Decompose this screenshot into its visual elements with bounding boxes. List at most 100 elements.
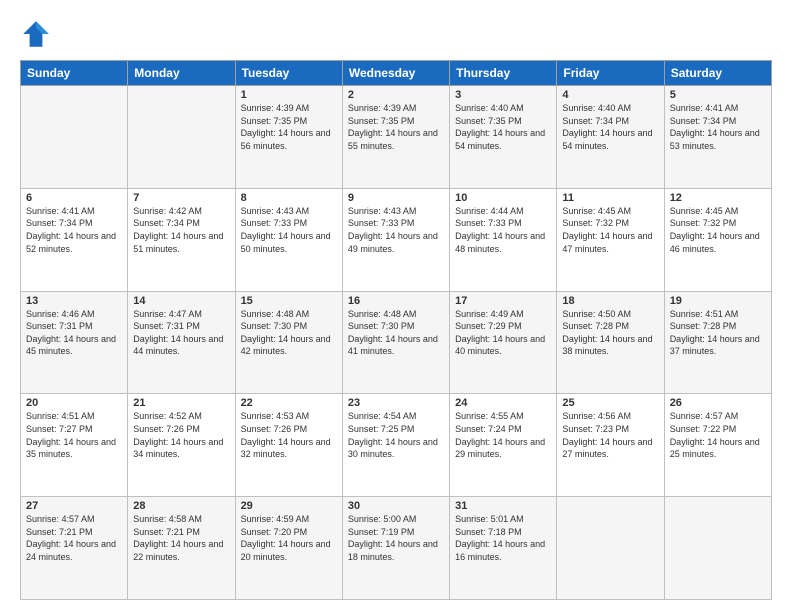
day-number: 8 <box>241 192 337 204</box>
day-cell <box>128 86 235 189</box>
day-number: 22 <box>241 397 337 409</box>
day-info: Sunrise: 4:43 AM Sunset: 7:33 PM Dayligh… <box>348 205 444 255</box>
day-number: 31 <box>455 500 551 512</box>
day-info: Sunrise: 4:41 AM Sunset: 7:34 PM Dayligh… <box>26 205 122 255</box>
day-info: Sunrise: 4:44 AM Sunset: 7:33 PM Dayligh… <box>455 205 551 255</box>
day-cell: 14Sunrise: 4:47 AM Sunset: 7:31 PM Dayli… <box>128 291 235 394</box>
day-info: Sunrise: 5:01 AM Sunset: 7:18 PM Dayligh… <box>455 513 551 563</box>
day-cell: 29Sunrise: 4:59 AM Sunset: 7:20 PM Dayli… <box>235 497 342 600</box>
day-number: 1 <box>241 89 337 101</box>
weekday-friday: Friday <box>557 61 664 86</box>
day-info: Sunrise: 4:55 AM Sunset: 7:24 PM Dayligh… <box>455 410 551 460</box>
day-number: 2 <box>348 89 444 101</box>
day-number: 21 <box>133 397 229 409</box>
day-cell: 11Sunrise: 4:45 AM Sunset: 7:32 PM Dayli… <box>557 188 664 291</box>
day-cell: 10Sunrise: 4:44 AM Sunset: 7:33 PM Dayli… <box>450 188 557 291</box>
day-info: Sunrise: 4:47 AM Sunset: 7:31 PM Dayligh… <box>133 308 229 358</box>
day-cell <box>21 86 128 189</box>
weekday-wednesday: Wednesday <box>342 61 449 86</box>
day-cell <box>557 497 664 600</box>
weekday-sunday: Sunday <box>21 61 128 86</box>
day-info: Sunrise: 4:48 AM Sunset: 7:30 PM Dayligh… <box>241 308 337 358</box>
day-info: Sunrise: 4:52 AM Sunset: 7:26 PM Dayligh… <box>133 410 229 460</box>
day-number: 12 <box>670 192 766 204</box>
day-number: 26 <box>670 397 766 409</box>
day-number: 18 <box>562 295 658 307</box>
day-info: Sunrise: 4:39 AM Sunset: 7:35 PM Dayligh… <box>241 102 337 152</box>
day-info: Sunrise: 4:43 AM Sunset: 7:33 PM Dayligh… <box>241 205 337 255</box>
weekday-saturday: Saturday <box>664 61 771 86</box>
day-info: Sunrise: 4:53 AM Sunset: 7:26 PM Dayligh… <box>241 410 337 460</box>
day-info: Sunrise: 4:56 AM Sunset: 7:23 PM Dayligh… <box>562 410 658 460</box>
day-cell: 22Sunrise: 4:53 AM Sunset: 7:26 PM Dayli… <box>235 394 342 497</box>
week-row-1: 1Sunrise: 4:39 AM Sunset: 7:35 PM Daylig… <box>21 86 772 189</box>
week-row-3: 13Sunrise: 4:46 AM Sunset: 7:31 PM Dayli… <box>21 291 772 394</box>
day-cell: 1Sunrise: 4:39 AM Sunset: 7:35 PM Daylig… <box>235 86 342 189</box>
day-info: Sunrise: 4:51 AM Sunset: 7:27 PM Dayligh… <box>26 410 122 460</box>
day-number: 23 <box>348 397 444 409</box>
day-cell: 3Sunrise: 4:40 AM Sunset: 7:35 PM Daylig… <box>450 86 557 189</box>
day-info: Sunrise: 4:57 AM Sunset: 7:21 PM Dayligh… <box>26 513 122 563</box>
day-cell: 17Sunrise: 4:49 AM Sunset: 7:29 PM Dayli… <box>450 291 557 394</box>
day-info: Sunrise: 4:45 AM Sunset: 7:32 PM Dayligh… <box>562 205 658 255</box>
day-cell: 25Sunrise: 4:56 AM Sunset: 7:23 PM Dayli… <box>557 394 664 497</box>
day-cell: 8Sunrise: 4:43 AM Sunset: 7:33 PM Daylig… <box>235 188 342 291</box>
day-cell: 28Sunrise: 4:58 AM Sunset: 7:21 PM Dayli… <box>128 497 235 600</box>
day-cell: 30Sunrise: 5:00 AM Sunset: 7:19 PM Dayli… <box>342 497 449 600</box>
day-number: 11 <box>562 192 658 204</box>
day-info: Sunrise: 4:46 AM Sunset: 7:31 PM Dayligh… <box>26 308 122 358</box>
day-cell <box>664 497 771 600</box>
day-info: Sunrise: 4:41 AM Sunset: 7:34 PM Dayligh… <box>670 102 766 152</box>
day-cell: 31Sunrise: 5:01 AM Sunset: 7:18 PM Dayli… <box>450 497 557 600</box>
day-cell: 26Sunrise: 4:57 AM Sunset: 7:22 PM Dayli… <box>664 394 771 497</box>
day-cell: 23Sunrise: 4:54 AM Sunset: 7:25 PM Dayli… <box>342 394 449 497</box>
day-number: 5 <box>670 89 766 101</box>
day-number: 19 <box>670 295 766 307</box>
day-cell: 24Sunrise: 4:55 AM Sunset: 7:24 PM Dayli… <box>450 394 557 497</box>
day-info: Sunrise: 4:40 AM Sunset: 7:35 PM Dayligh… <box>455 102 551 152</box>
logo <box>20 18 56 50</box>
day-cell: 20Sunrise: 4:51 AM Sunset: 7:27 PM Dayli… <box>21 394 128 497</box>
day-cell: 2Sunrise: 4:39 AM Sunset: 7:35 PM Daylig… <box>342 86 449 189</box>
day-cell: 4Sunrise: 4:40 AM Sunset: 7:34 PM Daylig… <box>557 86 664 189</box>
day-info: Sunrise: 4:59 AM Sunset: 7:20 PM Dayligh… <box>241 513 337 563</box>
day-number: 30 <box>348 500 444 512</box>
day-number: 6 <box>26 192 122 204</box>
day-number: 13 <box>26 295 122 307</box>
calendar-table: SundayMondayTuesdayWednesdayThursdayFrid… <box>20 60 772 600</box>
day-number: 20 <box>26 397 122 409</box>
week-row-2: 6Sunrise: 4:41 AM Sunset: 7:34 PM Daylig… <box>21 188 772 291</box>
day-number: 16 <box>348 295 444 307</box>
day-cell: 15Sunrise: 4:48 AM Sunset: 7:30 PM Dayli… <box>235 291 342 394</box>
header <box>20 18 772 50</box>
day-number: 9 <box>348 192 444 204</box>
day-info: Sunrise: 5:00 AM Sunset: 7:19 PM Dayligh… <box>348 513 444 563</box>
day-cell: 18Sunrise: 4:50 AM Sunset: 7:28 PM Dayli… <box>557 291 664 394</box>
day-cell: 5Sunrise: 4:41 AM Sunset: 7:34 PM Daylig… <box>664 86 771 189</box>
day-info: Sunrise: 4:54 AM Sunset: 7:25 PM Dayligh… <box>348 410 444 460</box>
week-row-4: 20Sunrise: 4:51 AM Sunset: 7:27 PM Dayli… <box>21 394 772 497</box>
day-cell: 12Sunrise: 4:45 AM Sunset: 7:32 PM Dayli… <box>664 188 771 291</box>
day-info: Sunrise: 4:42 AM Sunset: 7:34 PM Dayligh… <box>133 205 229 255</box>
week-row-5: 27Sunrise: 4:57 AM Sunset: 7:21 PM Dayli… <box>21 497 772 600</box>
day-number: 3 <box>455 89 551 101</box>
day-cell: 16Sunrise: 4:48 AM Sunset: 7:30 PM Dayli… <box>342 291 449 394</box>
day-info: Sunrise: 4:40 AM Sunset: 7:34 PM Dayligh… <box>562 102 658 152</box>
day-number: 7 <box>133 192 229 204</box>
day-info: Sunrise: 4:48 AM Sunset: 7:30 PM Dayligh… <box>348 308 444 358</box>
day-number: 17 <box>455 295 551 307</box>
day-number: 29 <box>241 500 337 512</box>
day-cell: 27Sunrise: 4:57 AM Sunset: 7:21 PM Dayli… <box>21 497 128 600</box>
page: SundayMondayTuesdayWednesdayThursdayFrid… <box>0 0 792 612</box>
day-cell: 6Sunrise: 4:41 AM Sunset: 7:34 PM Daylig… <box>21 188 128 291</box>
day-number: 25 <box>562 397 658 409</box>
day-cell: 13Sunrise: 4:46 AM Sunset: 7:31 PM Dayli… <box>21 291 128 394</box>
day-number: 28 <box>133 500 229 512</box>
day-cell: 21Sunrise: 4:52 AM Sunset: 7:26 PM Dayli… <box>128 394 235 497</box>
weekday-header-row: SundayMondayTuesdayWednesdayThursdayFrid… <box>21 61 772 86</box>
day-cell: 19Sunrise: 4:51 AM Sunset: 7:28 PM Dayli… <box>664 291 771 394</box>
day-number: 24 <box>455 397 551 409</box>
day-info: Sunrise: 4:39 AM Sunset: 7:35 PM Dayligh… <box>348 102 444 152</box>
day-number: 14 <box>133 295 229 307</box>
day-info: Sunrise: 4:58 AM Sunset: 7:21 PM Dayligh… <box>133 513 229 563</box>
